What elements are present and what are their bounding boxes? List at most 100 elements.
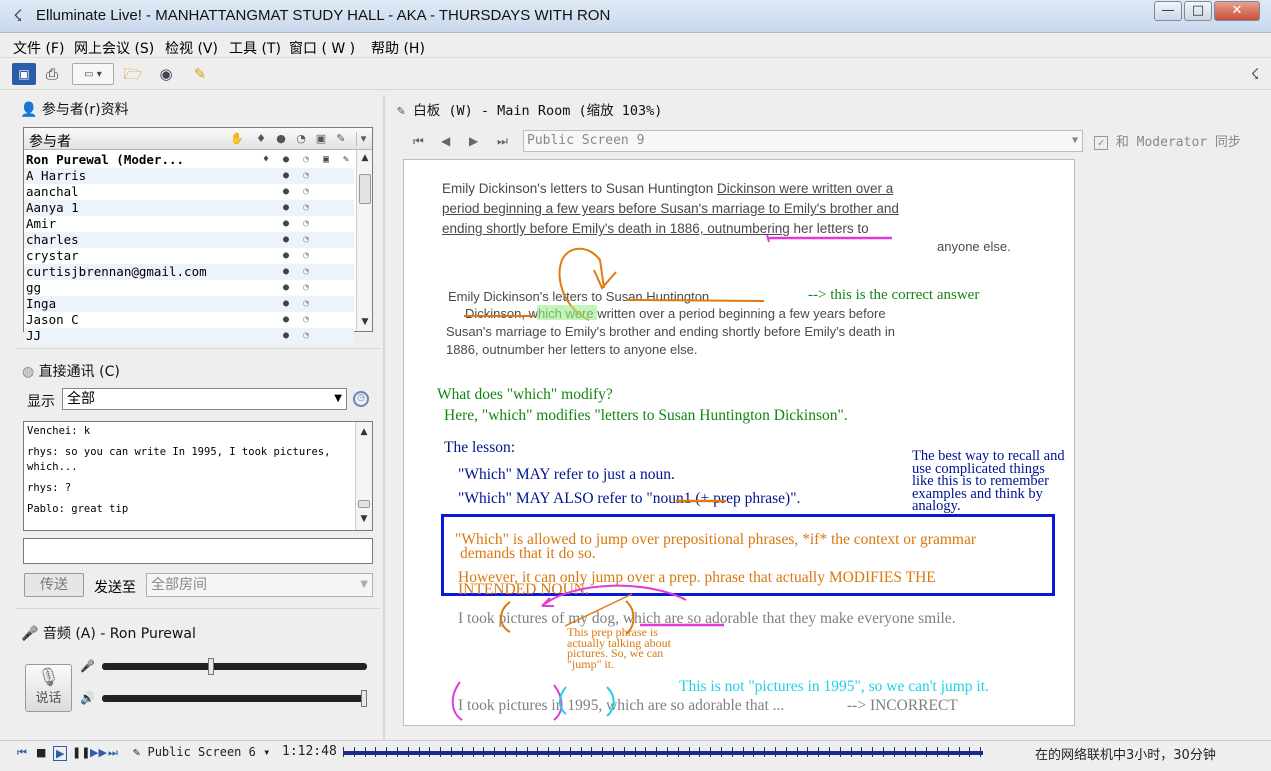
menu-tools[interactable]: 工具 (T)	[229, 38, 281, 58]
participant-row[interactable]: gg ● ◔	[24, 280, 354, 296]
pencil-icon[interactable]: ✎	[334, 132, 348, 146]
screen-select[interactable]: Public Screen 9 ▼	[523, 130, 1083, 152]
scroll-down-icon[interactable]: ▼	[357, 315, 373, 329]
participant-row[interactable]: Ron Purewal (Moder... ● ◔ ♦ ▣ ✎	[24, 152, 354, 168]
fast-forward-icon[interactable]: ▶▶	[90, 746, 107, 759]
chat-transcript[interactable]: Venchei: k rhys: so you can write In 199…	[23, 421, 373, 531]
panel-divider[interactable]	[383, 95, 385, 740]
skip-end-icon[interactable]: ⏭	[108, 746, 118, 760]
user-status-icon: ●	[282, 154, 290, 165]
elluminate-logo-icon: ☇	[13, 6, 23, 25]
notes-icon[interactable]: ✎	[188, 63, 212, 85]
timeline-tick	[677, 747, 679, 757]
header-dropdown-icon[interactable]: ▾	[356, 132, 370, 146]
screen-share-icon: ▣	[322, 154, 330, 165]
print-icon[interactable]: ⎙	[40, 63, 64, 85]
timeline-tick	[829, 747, 830, 757]
save-icon[interactable]: ▣	[12, 63, 36, 85]
chat-scrollbar[interactable]: ▲ ▼	[355, 422, 372, 530]
moderator-icon[interactable]: ♦	[254, 132, 268, 146]
stop-icon[interactable]: ■	[36, 746, 46, 759]
participant-row[interactable]: Amir ● ◔	[24, 216, 354, 232]
participant-row[interactable]: JJ ● ◔	[24, 328, 354, 344]
raise-hand-icon[interactable]: ✋	[230, 132, 244, 146]
screen-icon[interactable]: ▣	[314, 132, 328, 146]
playback-screen-select[interactable]: ✎ Public Screen 6 ▾	[133, 745, 270, 759]
play-icon[interactable]: ▶	[53, 746, 68, 761]
participant-name: Aanya 1	[26, 200, 79, 215]
participant-name: Inga	[26, 296, 57, 311]
timeline-tick	[926, 747, 928, 757]
layout-dropdown[interactable]: ▭ ▾	[72, 63, 114, 85]
participant-row[interactable]: crystar ● ◔	[24, 248, 354, 264]
load-folder-icon[interactable]: 🗁	[121, 63, 145, 85]
participant-row[interactable]: Inga ● ◔	[24, 296, 354, 312]
scroll-down-icon[interactable]: ▼	[356, 512, 372, 526]
menu-help[interactable]: 帮助 (H)	[371, 38, 425, 58]
scroll-thumb[interactable]	[358, 500, 370, 508]
user-status-icon: ●	[282, 234, 290, 245]
participant-row[interactable]: A Harris ● ◔	[24, 168, 354, 184]
talk-status-icon: ◔	[302, 330, 310, 341]
clock-icon[interactable]: ◷	[353, 391, 369, 407]
chat-message: Venchei: k	[27, 425, 91, 437]
participant-row[interactable]: charles ● ◔	[24, 232, 354, 248]
whiteboard-canvas[interactable]: Emily Dickinson's letters to Susan Hunti…	[403, 159, 1075, 726]
sync-checkbox[interactable]: ✓ 和 Moderator 同步	[1094, 131, 1241, 150]
chat-input[interactable]	[23, 538, 373, 564]
skip-start-icon[interactable]: ⏮	[17, 746, 27, 760]
whiteboard-tool-icon: ✎	[342, 154, 350, 165]
timeline-tick	[785, 747, 787, 757]
user-status-icon: ●	[282, 298, 290, 309]
mic-volume-slider[interactable]	[102, 658, 367, 675]
timeline-tick	[429, 747, 431, 757]
talk-button[interactable]: 🎙 说话	[25, 664, 72, 712]
comm-filter-select[interactable]: 全部 ▼	[62, 388, 347, 410]
next-screen-icon[interactable]: ▶	[469, 134, 478, 148]
first-screen-icon[interactable]: ⏮	[413, 134, 424, 149]
last-screen-icon[interactable]: ⏭	[497, 134, 508, 149]
timeline-tick	[461, 747, 463, 757]
menu-session[interactable]: 网上会议 (S)	[74, 38, 154, 58]
scroll-up-icon[interactable]: ▲	[357, 151, 373, 165]
scroll-up-icon[interactable]: ▲	[356, 425, 372, 439]
previous-screen-icon[interactable]: ◀	[441, 134, 450, 148]
connection-status: 在的网络联机中3小时，30分钟	[1035, 748, 1216, 763]
speaker-volume-knob[interactable]	[361, 690, 367, 707]
participant-row[interactable]: Aanya 1 ● ◔	[24, 200, 354, 216]
timeline-tick	[839, 747, 841, 757]
timeline-tick	[721, 747, 722, 757]
webcam-icon[interactable]: ◉	[154, 63, 178, 85]
pause-icon[interactable]: ❚❚	[72, 746, 90, 759]
scroll-thumb[interactable]	[359, 174, 371, 204]
speaker-volume-slider[interactable]	[102, 690, 367, 707]
mic-volume-knob[interactable]	[208, 658, 215, 675]
menu-window[interactable]: 窗口 ( W )	[289, 38, 355, 58]
chevron-down-icon: ▼	[334, 393, 342, 404]
send-to-select[interactable]: 全部房间 ▼	[146, 573, 373, 597]
playback-timeline[interactable]	[343, 747, 983, 757]
timeline-tick	[440, 747, 442, 757]
user-icon[interactable]: ●	[274, 132, 288, 146]
close-button[interactable]: ✕	[1214, 1, 1260, 21]
participants-header: 参与者 ✋ ♦ ● ◔ ▣ ✎ ▾	[24, 128, 372, 150]
participants-table[interactable]: 参与者 ✋ ♦ ● ◔ ▣ ✎ ▾ Ron Purewal (Moder... ●…	[23, 127, 373, 344]
participant-row[interactable]: Jason C ● ◔	[24, 312, 354, 328]
user-status-icon: ●	[282, 170, 290, 181]
participant-row[interactable]: aanchal ● ◔	[24, 184, 354, 200]
participant-row[interactable]: curtisjbrennan@gmail.com ● ◔	[24, 264, 354, 280]
timeline-tick	[710, 747, 712, 757]
mic-level-icon: 🎤	[80, 659, 95, 673]
timeline-tick	[602, 747, 604, 757]
maximize-button[interactable]: □	[1184, 1, 1212, 21]
menu-file[interactable]: 文件 (F)	[13, 38, 64, 58]
participants-scrollbar[interactable]: ▲ ▼	[356, 150, 372, 331]
talk-icon[interactable]: ◔	[294, 132, 308, 146]
send-to-value: 全部房间	[151, 577, 207, 593]
timeline-tick	[861, 747, 863, 757]
send-button[interactable]: 传送	[24, 573, 84, 597]
menu-view[interactable]: 检视 (V)	[165, 38, 218, 58]
timeline-tick	[937, 747, 938, 757]
minimize-button[interactable]: —	[1154, 1, 1182, 21]
user-status-icon: ●	[282, 250, 290, 261]
